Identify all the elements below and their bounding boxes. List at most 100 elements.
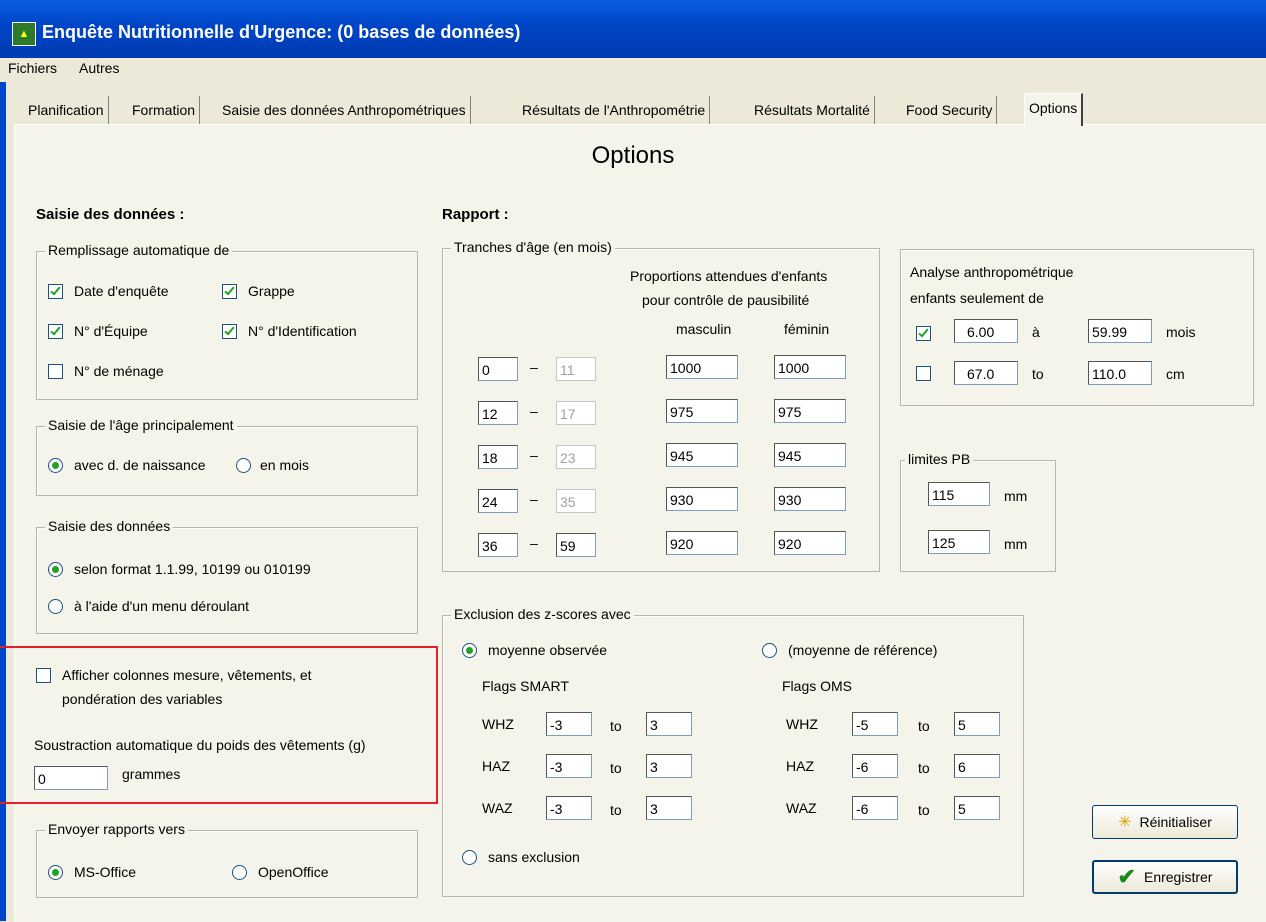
tab-food-security[interactable]: Food Security [902,96,998,124]
age-legend: Saisie de l'âge principalement [45,417,237,433]
tranche-from[interactable]: 36 [478,533,518,557]
chk-equipe-label: N° d'Équipe [74,323,148,339]
radio-menu[interactable] [48,599,63,614]
analyse-age-sep: à [1032,324,1040,340]
chk-date[interactable] [48,284,63,299]
radio-moyenne-reference[interactable] [762,643,777,658]
flag-high-input[interactable]: 5 [954,712,1000,736]
flag-low-input[interactable]: -5 [852,712,898,736]
flag-high-input[interactable]: 6 [954,754,1000,778]
radio-openoffice[interactable] [232,865,247,880]
tab-options[interactable]: Options [1024,93,1084,126]
pb-legend: limites PB [905,451,974,467]
exclusion-legend: Exclusion des z-scores avec [451,606,634,622]
tab-resultats-anthro[interactable]: Résultats de l'Anthropométrie [518,96,711,124]
saisie-heading: Saisie des données : [36,206,185,223]
radio-moyenne-observee-label: moyenne observée [488,642,608,658]
chk-grappe[interactable] [222,284,237,299]
data-entry-legend: Saisie des données [45,518,174,534]
tranche-to: 23 [556,445,596,469]
radio-format[interactable] [48,562,63,577]
chk-equipe[interactable] [48,324,63,339]
proportion-feminin[interactable]: 975 [774,399,846,423]
chk-analyse-taille[interactable] [916,366,931,381]
chk-identification[interactable] [222,324,237,339]
flags-oms-title: Flags OMS [782,678,853,694]
afficher-line2: pondération des variables [62,691,223,707]
radio-moyenne-observee[interactable] [462,643,477,658]
radio-openoffice-label: OpenOffice [258,864,329,880]
chk-afficher-colonnes[interactable] [36,668,51,683]
pb-input-2[interactable]: 125 [928,530,990,554]
tranche-from[interactable]: 24 [478,489,518,513]
tranche-from[interactable]: 12 [478,401,518,425]
flag-high-input[interactable]: 3 [646,796,692,820]
radio-age-mois[interactable] [236,458,251,473]
radio-sans-exclusion-label: sans exclusion [488,849,580,865]
app-icon: ▲ [12,22,36,46]
flag-name: WAZ [482,800,513,816]
flag-to: to [918,718,930,734]
auto-fill-legend: Remplissage automatique de [45,242,233,258]
analyse-age-from[interactable]: 6.00 [954,319,1018,343]
analyse-line2: enfants seulement de [910,290,1044,306]
flags-smart-title: Flags SMART [482,678,569,694]
flag-to: to [918,802,930,818]
chk-date-label: Date d'enquête [74,283,169,299]
proportion-feminin[interactable]: 930 [774,487,846,511]
flag-low-input[interactable]: -3 [546,754,592,778]
chk-grappe-label: Grappe [248,283,295,299]
flag-high-input[interactable]: 3 [646,712,692,736]
soustraction-input[interactable]: 0 [34,766,108,790]
proportion-feminin[interactable]: 920 [774,531,846,555]
proportion-masculin[interactable]: 975 [666,399,738,423]
menu-fichiers[interactable]: Fichiers [8,60,57,76]
flag-name: WHZ [786,716,818,732]
flag-low-input[interactable]: -6 [852,754,898,778]
radio-age-naissance[interactable] [48,458,63,473]
proportion-masculin[interactable]: 1000 [666,355,738,379]
tab-planification[interactable]: Planification [24,96,109,124]
chk-analyse-age[interactable] [916,326,931,341]
pb-input-1[interactable]: 115 [928,482,990,506]
proportion-masculin[interactable]: 930 [666,487,738,511]
radio-msoffice[interactable] [48,865,63,880]
tab-resultats-mortalite[interactable]: Résultats Mortalité [750,96,875,124]
menu-bar: Fichiers Autres [0,58,1266,82]
rapport-heading: Rapport : [442,206,509,223]
proportion-feminin[interactable]: 1000 [774,355,846,379]
flag-low-input[interactable]: -3 [546,796,592,820]
flag-high-input[interactable]: 3 [646,754,692,778]
radio-sans-exclusion[interactable] [462,850,477,865]
proportions-line1: Proportions attendues d'enfants [630,268,828,284]
tranche-to: 35 [556,489,596,513]
proportion-masculin[interactable]: 920 [666,531,738,555]
tab-formation[interactable]: Formation [128,96,201,124]
soustraction-label: Soustraction automatique du poids des vê… [34,737,366,753]
analyse-age-to[interactable]: 59.99 [1088,319,1152,343]
tranche-to[interactable]: 59 [556,533,596,557]
tab-saisie[interactable]: Saisie des données Anthropométriques [218,96,471,124]
tranche-dash: – [530,447,538,463]
proportion-feminin[interactable]: 945 [774,443,846,467]
title-bar: ▲ Enquête Nutritionnelle d'Urgence: (0 b… [0,0,1266,58]
proportion-masculin[interactable]: 945 [666,443,738,467]
flag-name: WAZ [786,800,817,816]
flag-low-input[interactable]: -3 [546,712,592,736]
flag-high-input[interactable]: 5 [954,796,1000,820]
analyse-taille-unit: cm [1166,366,1185,382]
save-button[interactable]: ✔ Enregistrer [1092,860,1238,894]
menu-autres[interactable]: Autres [79,60,119,76]
flag-low-input[interactable]: -6 [852,796,898,820]
analyse-taille-to[interactable]: 110.0 [1088,361,1152,385]
reset-button[interactable]: ✳ Réinitialiser [1092,805,1238,839]
tranche-from[interactable]: 0 [478,357,518,381]
tranche-from[interactable]: 18 [478,445,518,469]
chk-menage[interactable] [48,364,63,379]
envoyer-legend: Envoyer rapports vers [45,821,188,837]
analyse-taille-from[interactable]: 67.0 [954,361,1018,385]
save-button-label: Enregistrer [1143,869,1213,885]
radio-msoffice-label: MS-Office [74,864,136,880]
analyse-taille-sep: to [1032,366,1044,382]
flag-name: WHZ [482,716,514,732]
